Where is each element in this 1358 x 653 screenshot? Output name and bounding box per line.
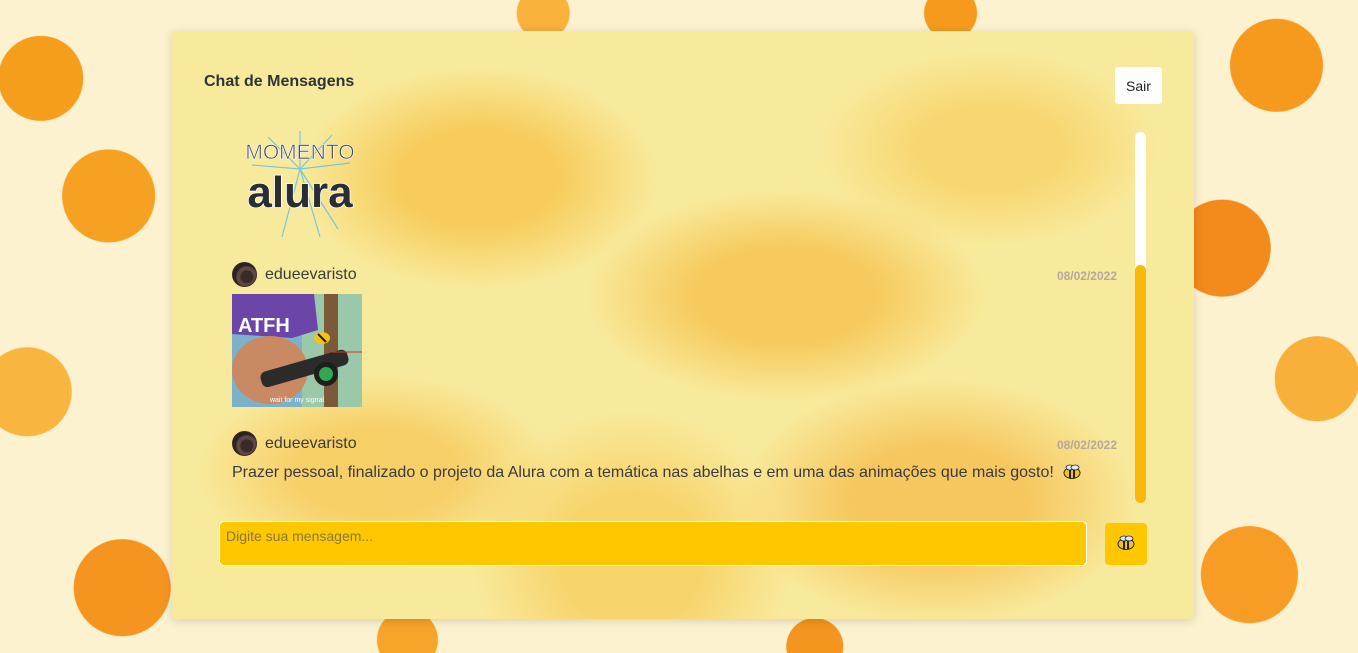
scroll-thumb[interactable] [1135, 265, 1146, 503]
username: edueevaristo [265, 266, 357, 283]
logo-text-top: MOMENTO [245, 141, 354, 164]
momento-alura-sticker: MOMENTO alura [238, 129, 362, 241]
page-title: Chat de Mensagens [204, 73, 355, 90]
logout-button[interactable]: Sair [1115, 67, 1162, 104]
message-scrollbar[interactable] [1135, 132, 1146, 503]
message-input[interactable] [219, 521, 1087, 566]
sniper-sticker: ATFH wait for my signal [232, 294, 362, 407]
chat-header: Chat de Mensagens Sair [204, 67, 1162, 104]
message-list: MOMENTO alura edueevaristo 08/02/2022 AT… [232, 129, 1119, 501]
message-date: 08/02/2022 [1056, 438, 1117, 452]
chat-panel: Chat de Mensagens Sair MOMENTO alura edu… [172, 31, 1194, 619]
message-date: 08/02/2022 [1056, 269, 1117, 283]
composer [219, 521, 1147, 567]
username: edueevaristo [265, 435, 357, 452]
sticker-caption-bottom: wait for my signal [269, 397, 325, 404]
message-header: edueevaristo 08/02/2022 [232, 262, 1119, 288]
bee-icon [1062, 464, 1082, 485]
list-item: edueevaristo 08/02/2022 ATFH wait for my… [232, 262, 1119, 407]
send-button[interactable] [1105, 523, 1147, 565]
logo-text-bottom: alura [247, 168, 353, 217]
message-header: edueevaristo 08/02/2022 [232, 431, 1119, 457]
avatar [232, 262, 257, 287]
sticker-caption-top: ATFH [238, 315, 290, 337]
bee-icon [1116, 535, 1136, 554]
list-item: edueevaristo 08/02/2022 Prazer pessoal, … [232, 431, 1119, 481]
message-text: Prazer pessoal, finalizado o projeto da … [232, 464, 1082, 485]
avatar [232, 431, 257, 456]
message-text-content: Prazer pessoal, finalizado o projeto da … [232, 464, 1054, 481]
